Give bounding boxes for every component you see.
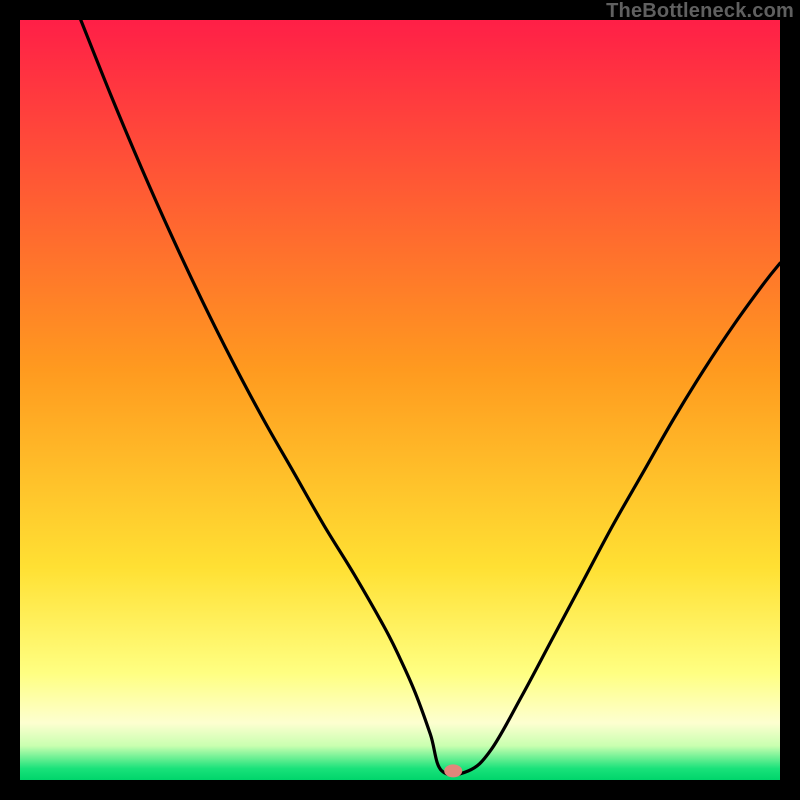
gradient-backdrop: [20, 20, 780, 780]
optimal-point-marker: [444, 764, 462, 777]
bottleneck-chart: [20, 20, 780, 780]
chart-container: TheBottleneck.com: [0, 0, 800, 800]
